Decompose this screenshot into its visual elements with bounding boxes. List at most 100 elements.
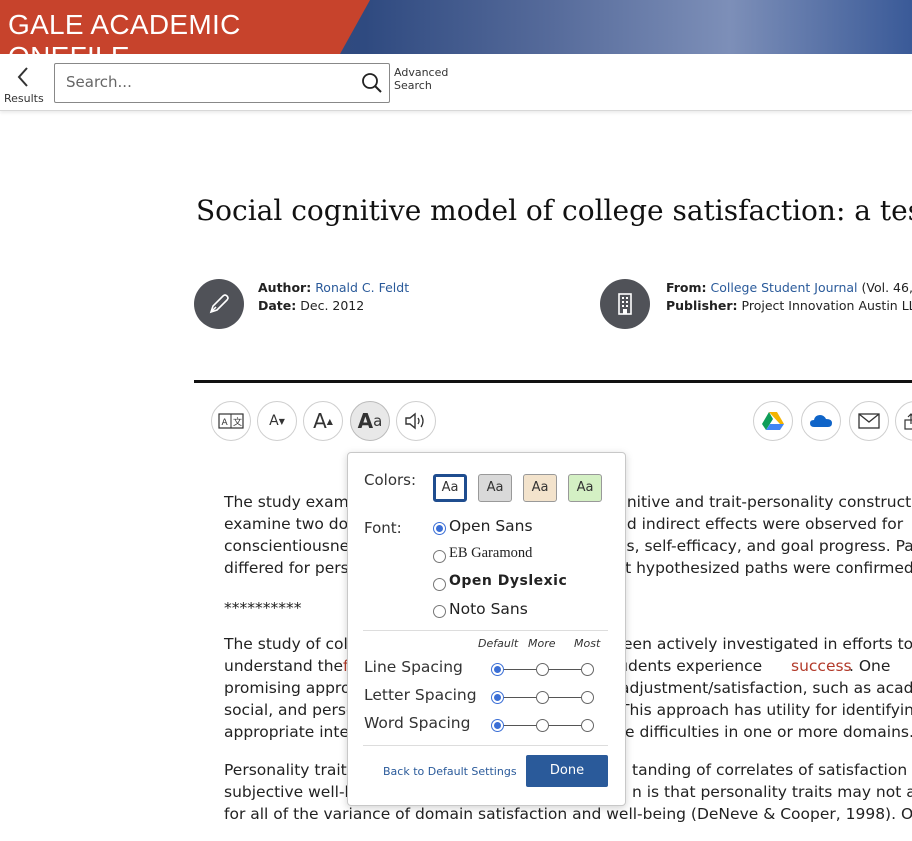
advanced-search-link[interactable]: Advanced Search (394, 66, 448, 92)
p1-line3-left: conscientiousnes (224, 537, 358, 555)
column-most: Most (574, 637, 601, 650)
color-swatch-green[interactable]: Aa (568, 474, 602, 502)
p1-line3-right: es, self-efficacy, and goal progress. Pa… (617, 537, 912, 555)
letter-spacing-most[interactable] (581, 691, 594, 704)
letter-spacing-more[interactable] (536, 691, 549, 704)
colors-label: Colors: (364, 471, 417, 489)
brand-title: GALE ACADEMIC ONEFILE (8, 9, 241, 54)
top-banner: GALE ACADEMIC ONEFILE (0, 0, 912, 54)
word-spacing-row: Word Spacing (348, 711, 625, 739)
p3-line3: for all of the variance of domain satisf… (224, 805, 912, 823)
back-label: Results (4, 92, 44, 105)
journal-link[interactable]: College Student Journal (711, 280, 858, 295)
advanced-search-line1: Advanced (394, 66, 449, 79)
display-options-button[interactable]: Aa (350, 401, 390, 441)
color-swatch-gray[interactable]: Aa (478, 474, 512, 502)
google-drive-button[interactable] (753, 401, 793, 441)
pen-icon (194, 279, 244, 329)
display-options-popup: Colors: Aa Aa Aa Aa Font: Open Sans EB G… (347, 452, 626, 806)
font-increase-icon: A ▲ (313, 409, 333, 433)
author-date-block: Author: Ronald C. Feldt Date: Dec. 2012 (258, 279, 409, 315)
from-label: From: (666, 280, 707, 295)
font-decrease-icon: A ▼ (269, 413, 285, 429)
share-icon (896, 402, 912, 440)
p1-line2-left: examine two dor (224, 515, 355, 533)
building-icon (600, 279, 650, 329)
p1-line4-right: st hypothesized paths were confirmed. (617, 559, 912, 577)
journal-volume: (Vol. 46, Is (861, 280, 912, 295)
p2-line2-left: understand the (224, 657, 344, 675)
brand-logo[interactable]: GALE ACADEMIC ONEFILE (0, 0, 370, 54)
svg-text:A: A (222, 418, 229, 428)
radio-selected (433, 522, 446, 535)
letter-spacing-row: Letter Spacing (348, 683, 625, 711)
onedrive-button[interactable] (801, 401, 841, 441)
p3-line1-right: tanding of correlates of satisfaction an (632, 761, 912, 779)
p3-line2-left: subjective well-b (224, 783, 355, 801)
translate-icon: A 文 (212, 402, 250, 440)
search-input[interactable] (55, 64, 356, 100)
decrease-font-button[interactable]: A ▼ (257, 401, 297, 441)
p2-line4-right: This approach has utility for identifyin… (620, 701, 912, 719)
line-spacing-default[interactable] (491, 663, 504, 676)
line-spacing-most[interactable] (581, 663, 594, 676)
popup-divider (363, 630, 608, 631)
line-spacing-label: Line Spacing (364, 658, 463, 676)
font-option-label: Open Dyslexic (449, 573, 568, 589)
font-option-label: Open Sans (449, 517, 533, 535)
listen-button[interactable] (396, 401, 436, 441)
onedrive-icon (802, 402, 840, 440)
back-to-results-button[interactable]: Results (4, 64, 44, 105)
email-icon (850, 402, 888, 440)
date-value: Dec. 2012 (300, 298, 365, 313)
radio (433, 578, 446, 591)
letter-spacing-label: Letter Spacing (364, 686, 477, 704)
p2-line3-left: promising appro (224, 679, 351, 697)
translate-button[interactable]: A 文 (211, 401, 251, 441)
p2-line5-right: e difficulties in one or more domains. (625, 723, 912, 741)
word-spacing-label: Word Spacing (364, 714, 471, 732)
color-swatch-white[interactable]: Aa (433, 474, 467, 502)
search-bar: Results Advanced Search (0, 54, 912, 111)
p2-line4-left: social, and perso (224, 701, 356, 719)
chevron-left-icon (17, 67, 28, 87)
p2-line5-left: appropriate inter (224, 723, 356, 741)
author-link[interactable]: Ronald C. Feldt (315, 280, 409, 295)
email-button[interactable] (849, 401, 889, 441)
font-label: Font: (364, 519, 402, 537)
share-button[interactable] (895, 401, 912, 441)
p2-line2-mid: students experience (604, 657, 763, 675)
advanced-search-line2: Search (394, 79, 432, 92)
word-spacing-more[interactable] (536, 719, 549, 732)
search-icon[interactable] (361, 72, 383, 98)
column-default: Default (478, 637, 519, 650)
font-option-label: EB Garamond (449, 545, 533, 561)
reset-defaults-link[interactable]: Back to Default Settings (383, 765, 517, 778)
p2-highlight-success[interactable]: success (791, 655, 852, 677)
author-label: Author: (258, 280, 312, 295)
search-box (54, 63, 390, 103)
p1-line1-left: The study exami (224, 493, 354, 511)
publisher-label: Publisher: (666, 298, 738, 313)
p2-line1-left: The study of colle (224, 635, 362, 653)
swatch-text: Aa (531, 480, 549, 495)
p2-line1-right: een actively investigated in efforts to (623, 635, 912, 653)
speaker-icon (397, 402, 435, 440)
line-spacing-more[interactable] (536, 663, 549, 676)
word-spacing-most[interactable] (581, 719, 594, 732)
letter-spacing-default[interactable] (491, 691, 504, 704)
article-title: Social cognitive model of college satisf… (196, 194, 912, 227)
display-options-icon: Aa (357, 409, 383, 433)
word-spacing-default[interactable] (491, 719, 504, 732)
color-swatch-sepia[interactable]: Aa (523, 474, 557, 502)
p1-line4-left: differed for perso (224, 559, 359, 577)
swatch-text: Aa (576, 480, 594, 495)
p2-line3-right: adjustment/satisfaction, such as acaden (620, 679, 912, 697)
date-label: Date: (258, 298, 297, 313)
increase-font-button[interactable]: A ▲ (303, 401, 343, 441)
p3-line1-left: Personality trait a (224, 761, 362, 779)
p3-line2-right: n is that personality traits may not acc… (632, 783, 912, 801)
column-more: More (528, 637, 556, 650)
done-button[interactable]: Done (526, 755, 608, 787)
svg-text:文: 文 (233, 416, 242, 428)
